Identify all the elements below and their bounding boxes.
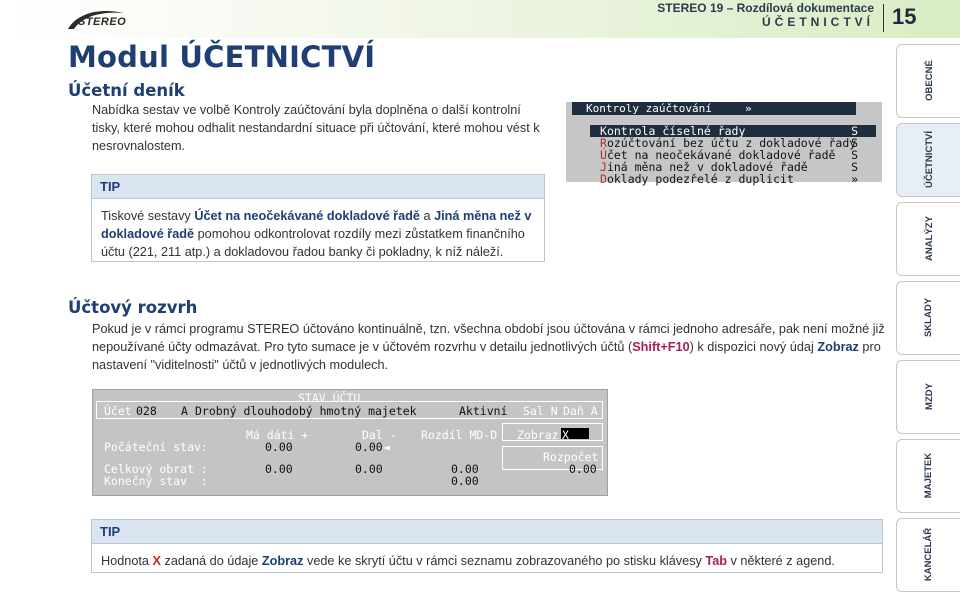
- tab-sklady[interactable]: SKLADY: [896, 281, 960, 355]
- tip-text: Hodnota X zadaná do údaje Zobraz vede ke…: [92, 544, 882, 570]
- column-rozdil: Rozdíl MD-D: [421, 428, 498, 442]
- tab-label: KANCELÁŘ: [898, 528, 960, 581]
- label-konecny-stav: Konečný stav :: [104, 474, 208, 488]
- arrow-left-icon: ◄: [383, 440, 390, 454]
- shortcut-shift-f10: Shift+F10: [632, 340, 690, 354]
- account-name: Drobný dlouhodobý hmotný majetek: [195, 404, 417, 418]
- field-name-zobraz: Zobraz: [817, 340, 859, 354]
- tip-box-1: TIP Tiskové sestavy Účet na neočekávané …: [91, 174, 545, 262]
- tab-label: SKLADY: [898, 298, 960, 337]
- tab-ucetnictvi[interactable]: ÚČETNICTVÍ: [896, 123, 960, 197]
- section-title-ucetni-denik: Účetní deník: [68, 81, 185, 100]
- page-number: 15: [892, 4, 917, 29]
- tip-text-part: zadaná do údaje: [160, 554, 262, 568]
- tip-heading: TIP: [92, 520, 882, 544]
- tip-text-part: a: [419, 209, 435, 223]
- doc-title: STEREO 19 – Rozdílová dokumentace: [657, 1, 874, 15]
- tab-label: OBECNÉ: [898, 60, 960, 101]
- field-name-zobraz: Zobraz: [261, 554, 304, 568]
- tab-kancelar-label: KANCELÁŘ: [923, 527, 935, 582]
- menu-hotkey: D: [600, 172, 607, 186]
- stereo-logo: STEREO: [66, 9, 126, 31]
- celkovy-md: 0.00: [265, 462, 293, 476]
- menu-item-doklady-podezrele[interactable]: Doklady podezřelé z duplicit »: [590, 173, 876, 185]
- page-title: Modul ÚČETNICTVÍ: [68, 40, 376, 74]
- tab-obecne[interactable]: OBECNÉ: [896, 44, 960, 118]
- screenshot-stav-uctu: STAV ÚČTU Účet 028 A Drobný dlouhodobý h…: [92, 389, 608, 496]
- section-text-part: ) k dispozici nový údaj: [689, 340, 818, 354]
- tax-flag: Daň A: [563, 404, 598, 418]
- tab-ucetnictvi-label: ÚČETNICTVÍ: [923, 131, 935, 188]
- page-header: STEREO STEREO 19 – Rozdílová dokumentace…: [0, 0, 960, 38]
- menu-item-flag: »: [851, 172, 858, 186]
- account-number[interactable]: 028: [136, 405, 157, 417]
- tab-obecne-label: OBECNÉ: [923, 60, 935, 101]
- menu-item-label: oklady podezřelé z duplicit: [606, 172, 794, 186]
- label-zobraz: Zobraz: [517, 428, 559, 442]
- tab-label: ANALÝZY: [898, 216, 960, 261]
- tab-majetek[interactable]: MAJETEK: [896, 439, 960, 513]
- celkovy-dal: 0.00: [355, 462, 383, 476]
- report-name-ucet: Účet na neočekávané dokladové řadě: [194, 209, 420, 223]
- tip-text-part: vede ke skrytí účtu v rámci seznamu zobr…: [303, 554, 706, 568]
- tab-label: MAJETEK: [898, 453, 960, 498]
- tip-text-part: Tiskové sestavy: [101, 209, 195, 223]
- screenshot-kontroly-menu: Kontroly zaúčtování » Kontrola číselné ř…: [566, 102, 882, 185]
- section-text-ucetni-denik: Nabídka sestav ve volbě Kontroly zaúčtov…: [92, 103, 540, 153]
- menu-bar-kontroly[interactable]: Kontroly zaúčtování »: [572, 102, 856, 115]
- label-ucet: Účet: [104, 404, 132, 418]
- tab-label: ÚČETNICTVÍ: [898, 131, 960, 188]
- value-x: X: [152, 554, 161, 568]
- rozpocet-value: 0.00: [569, 462, 597, 476]
- logo-text: STEREO: [78, 16, 127, 28]
- konecny-rozdil: 0.00: [451, 474, 479, 488]
- tip-text: Tiskové sestavy Účet na neočekávané dokl…: [92, 199, 544, 261]
- tip-text-part: Hodnota: [101, 554, 153, 568]
- tab-sklady-label: SKLADY: [923, 297, 935, 338]
- section-title-uctovy-rozvrh: Účtový rozvrh: [68, 298, 198, 317]
- pocatecni-dal: 0.00: [355, 440, 383, 454]
- key-tab: Tab: [705, 554, 728, 568]
- label-pocatecni-stav: Počáteční stav:: [104, 440, 208, 454]
- saldo-flag: Sal N: [523, 404, 558, 418]
- pocatecni-md: 0.00: [265, 440, 293, 454]
- doc-module: ÚČETNICTVÍ: [762, 15, 874, 29]
- tab-mzdy[interactable]: MZDY: [896, 360, 960, 434]
- submenu-list: Kontrola číselné řady S Rozúčtování bez ú…: [590, 117, 876, 185]
- tab-majetek-label: MAJETEK: [923, 452, 935, 499]
- tip-text-part: v některé z agend.: [727, 554, 835, 568]
- section-text-uctovy-rozvrh: Pokud je v rámci programu STEREO účtován…: [92, 320, 892, 374]
- header-divider: [883, 4, 884, 32]
- tab-kancelar[interactable]: KANCELÁŘ: [896, 518, 960, 592]
- tab-mzdy-label: MZDY: [923, 383, 935, 410]
- tab-analyzy-label: ANALÝZY: [923, 216, 935, 261]
- tip-heading: TIP: [92, 175, 544, 199]
- zobraz-value: X: [562, 428, 569, 442]
- tab-label: MZDY: [898, 383, 960, 410]
- account-flag: A: [181, 404, 188, 418]
- tab-analyzy[interactable]: ANALÝZY: [896, 202, 960, 276]
- account-status-aktivni: Aktivní: [459, 404, 508, 418]
- tip-box-2: TIP Hodnota X zadaná do údaje Zobraz ved…: [91, 519, 883, 573]
